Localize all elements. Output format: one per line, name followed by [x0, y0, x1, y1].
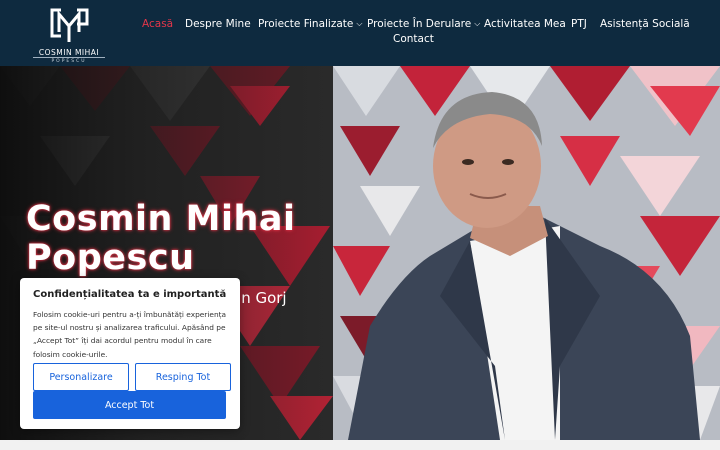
nav-item-activitatea-mea[interactable]: Activitatea Mea	[484, 18, 566, 31]
nav-item-acasa[interactable]: Acasă	[142, 18, 173, 31]
nav-item-despre-mine[interactable]: Despre Mine	[185, 18, 251, 31]
accept-all-button[interactable]: Accept Tot	[33, 391, 226, 419]
site-header: COSMIN MIHAI POPESCU Acasă Despre Mine P…	[0, 0, 720, 66]
cookie-description: Folosim cookie-uri pentru a-ți îmbunătăț…	[33, 310, 227, 359]
hero-subtitle: an Gorj	[232, 289, 287, 307]
reject-all-button[interactable]: Resping Tot	[135, 363, 231, 391]
chevron-down-icon: ⌵	[474, 19, 481, 28]
hero-title: Cosmin Mihai Popescu	[26, 200, 296, 278]
nav-item-label: Proiecte În Derulare	[367, 18, 472, 30]
logo-name: COSMIN MIHAI	[38, 48, 100, 57]
nav-item-ptj[interactable]: PTJ	[571, 18, 587, 31]
cookie-title: Confidențialitatea ta e importantă	[33, 289, 227, 300]
nav-item-proiecte-finalizate[interactable]: Proiecte Finalizate ⌵	[258, 18, 362, 31]
logo-subname: POPESCU	[33, 57, 105, 64]
nav-item-contact[interactable]: Contact	[393, 33, 434, 46]
hero-title-line2: Popescu	[26, 238, 195, 278]
chevron-down-icon: ⌵	[356, 19, 363, 28]
page-bottom-strip	[0, 440, 720, 450]
site-logo[interactable]: COSMIN MIHAI POPESCU	[33, 4, 105, 64]
customize-button[interactable]: Personalizare	[33, 363, 129, 391]
nav-item-label: Proiecte Finalizate	[258, 18, 354, 30]
nav-item-asistenta-sociala[interactable]: Asistență Socială	[600, 18, 690, 31]
cookie-consent-banner: Confidențialitatea ta e importantă Folos…	[20, 278, 240, 429]
nav-item-proiecte-in-derulare[interactable]: Proiecte În Derulare ⌵	[367, 18, 480, 31]
cmp-monogram-icon	[50, 8, 89, 42]
hero-title-line1: Cosmin Mihai	[26, 199, 296, 239]
